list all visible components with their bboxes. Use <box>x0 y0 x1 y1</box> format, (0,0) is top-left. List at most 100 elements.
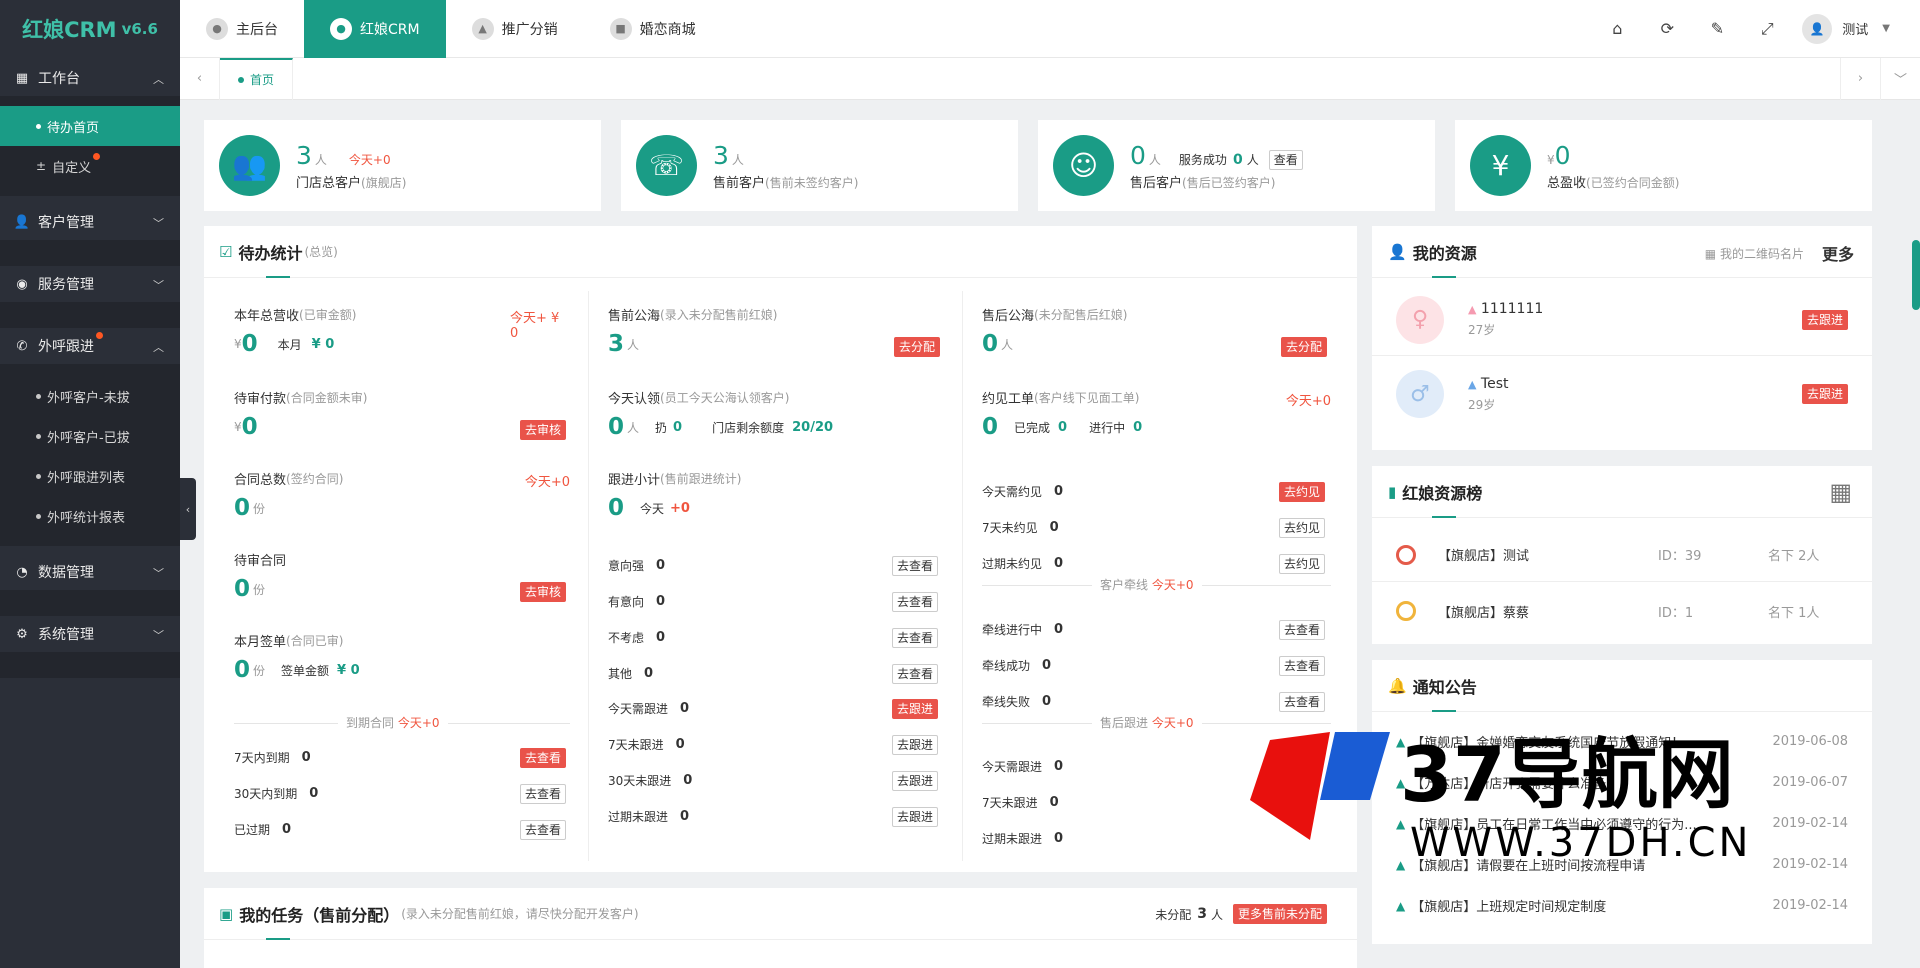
nav-group-outbound[interactable]: ✆ 外呼跟进 ︿ <box>0 328 180 364</box>
users-icon: 👥 <box>219 135 280 196</box>
match-success-button[interactable]: 去查看 <box>1279 656 1326 676</box>
sidebar: 红娘CRM v6.6 ▦ 工作台 ︿ 待办首页 ± 自定义 👤 客户管理 ﹀ ◉ 服务管理… <box>0 0 180 968</box>
yen-icon: ¥ <box>1470 135 1531 196</box>
assign-aftersale-button[interactable]: 去分配 <box>1281 337 1328 357</box>
view-aftersale-button[interactable]: 查看 <box>1268 149 1303 170</box>
review-payment-button[interactable]: 去审核 <box>520 420 567 440</box>
view-expiring-30d-button[interactable]: 去查看 <box>520 784 567 804</box>
more-unassigned-button[interactable]: 更多售前未分配 <box>1232 904 1327 924</box>
shop-icon: ■ <box>609 17 632 40</box>
tabs-dropdown[interactable]: ﹀ <box>1880 57 1920 100</box>
view-strong-intent-button[interactable]: 去查看 <box>892 556 939 576</box>
match-inprogress-button[interactable]: 去查看 <box>1279 620 1326 640</box>
data-icon: ◔ <box>16 564 28 580</box>
follow-expired-button[interactable]: 去跟进 <box>892 807 939 827</box>
notice-item[interactable]: ▲ 【万达店】新店开张需要什么准备 2019-06-07 <box>1396 773 1848 792</box>
qr-code-icon[interactable]: ▦ <box>1829 478 1852 506</box>
nav-group-data[interactable]: ◔ 数据管理 ﹀ <box>0 554 180 590</box>
notice-item[interactable]: ▲ 【旗舰店】金婵婚恋交友系统国庆节放假通知！ 2019-06-08 <box>1396 732 1848 751</box>
app-logo[interactable]: 红娘CRM v6.6 <box>0 0 180 58</box>
ranking-item[interactable]: 【旗舰店】测试 ID：39 名下 2人 <box>1372 528 1872 582</box>
my-tasks-panel: ▣ 我的任务（售前分配） (录入未分配售前红娘，请尽快分配开发客户) 未分配 3 人 更… <box>204 888 1357 968</box>
nav-group-services[interactable]: ◉ 服务管理 ﹀ <box>0 266 180 302</box>
notices-panel: 🔔 通知公告 ▲ 【旗舰店】金婵婚恋交友系统国庆节放假通知！ 2019-06-08 ▲… <box>1372 660 1872 944</box>
id-card-icon: ▣ <box>219 904 234 923</box>
follow-resource-button[interactable]: 去跟进 <box>1801 309 1848 330</box>
view-not-considered-button[interactable]: 去查看 <box>892 628 939 648</box>
notice-item[interactable]: ▲ 【旗舰店】员工在日常工作当中必须遵守的行为... 2019-02-14 <box>1396 814 1848 833</box>
chevron-left-icon: ‹ <box>196 71 203 86</box>
fullscreen-icon[interactable]: ⤢ <box>1742 19 1792 39</box>
notice-item[interactable]: ▲ 【旗舰店】上班规定时间规定制度 2019-02-14 <box>1396 896 1848 915</box>
sidebar-item-outbound-followups[interactable]: 外呼跟进列表 <box>0 456 180 496</box>
chevron-up-icon: ︿ <box>153 73 164 86</box>
review-contract-button[interactable]: 去审核 <box>520 582 567 602</box>
follow-30d-button[interactable]: 去跟进 <box>892 771 939 791</box>
avatar: 👤 <box>1802 13 1833 44</box>
stat-card-revenue: ¥ ¥0 总盈收(已签约合同金额) <box>1455 120 1872 211</box>
nav-group-system[interactable]: ⚙ 系统管理 ﹀ <box>0 616 180 652</box>
topnav-mall[interactable]: ■ 婚恋商城 <box>584 0 722 58</box>
follow-7d-button[interactable]: 去跟进 <box>892 735 939 755</box>
male-icon: ▲ <box>1468 377 1477 391</box>
sidebar-item-outbound-dialed[interactable]: 外呼客户-已拔 <box>0 416 180 456</box>
sidebar-item-todo-home[interactable]: 待办首页 <box>0 106 180 146</box>
view-other-button[interactable]: 去查看 <box>892 664 939 684</box>
user-icon: 👤 <box>13 214 31 230</box>
stat-card-total-customers: 👥 3 人今天+0 门店总客户(旗舰店) <box>204 120 601 211</box>
view-expired-button[interactable]: 去查看 <box>520 820 567 840</box>
appoint-today-button[interactable]: 去约见 <box>1279 482 1326 502</box>
appoint-7d-button[interactable]: 去约见 <box>1279 518 1326 538</box>
stat-card-aftersale: ☺ 0 人服务成功 0 人查看 售后客户(售后已签约客户) <box>1038 120 1435 211</box>
view-expiring-7d-button[interactable]: 去查看 <box>520 748 567 768</box>
topnav-crm[interactable]: ● 红娘CRM <box>304 0 446 58</box>
notification-dot <box>96 332 103 339</box>
resource-item[interactable]: ♀ ▲ 1111111 27岁 去跟进 <box>1372 284 1872 356</box>
tab-home[interactable]: 首页 <box>220 57 294 100</box>
avatar: ♂ <box>1396 370 1444 418</box>
appoint-expired-button[interactable]: 去约见 <box>1279 554 1326 574</box>
plus-minus-icon: ± <box>36 159 47 173</box>
more-resources-link[interactable]: 更多 <box>1822 241 1854 265</box>
clear-cache-icon[interactable]: ✎ <box>1692 19 1742 38</box>
avatar-icon: ● <box>206 17 228 40</box>
user-plus-icon: 👤 <box>1388 242 1407 261</box>
sidebar-collapse-toggle[interactable]: ‹ <box>180 478 196 540</box>
sidebar-item-outbound-reports[interactable]: 外呼统计报表 <box>0 496 180 536</box>
page-tabs-bar: ‹ 首页 › ﹀ <box>180 57 1920 100</box>
assign-presale-button[interactable]: 去分配 <box>894 337 941 357</box>
refresh-icon[interactable]: ⟳ <box>1642 19 1692 38</box>
qr-icon: ▦ <box>1704 246 1717 261</box>
nav-group-customers[interactable]: 👤 客户管理 ﹀ <box>0 204 180 240</box>
bell-icon: ▲ <box>1396 816 1406 831</box>
stat-card-presale: ☏ 3人 售前客户(售前未签约客户) <box>621 120 1018 211</box>
chevron-down-icon: ﹀ <box>1893 73 1907 88</box>
view-intent-button[interactable]: 去查看 <box>892 592 939 612</box>
bell-icon: ▲ <box>1396 898 1406 913</box>
home-icon[interactable]: ⌂ <box>1592 19 1642 38</box>
calendar-check-icon: ☑ <box>219 242 233 261</box>
ranking-item[interactable]: 【旗舰店】蔡蔡 ID：1 名下 1人 <box>1372 584 1872 638</box>
nav-group-workbench[interactable]: ▦ 工作台 ︿ <box>0 60 180 96</box>
user-menu[interactable]: 👤 测试 ▼ <box>1792 13 1920 44</box>
scrollbar[interactable] <box>1912 240 1920 310</box>
follow-today-button[interactable]: 去跟进 <box>892 699 939 719</box>
qr-card-link[interactable]: ▦ 我的二维码名片 <box>1705 245 1804 262</box>
gear-icon: ⚙ <box>16 626 28 642</box>
sidebar-item-custom[interactable]: ± 自定义 <box>0 146 180 186</box>
chart-icon: ▲ <box>471 17 494 40</box>
tabs-scroll-right[interactable]: › <box>1840 57 1880 100</box>
notice-item[interactable]: ▲ 【旗舰店】请假要在上班时间按流程申请 2019-02-14 <box>1396 855 1848 874</box>
follow-resource-button[interactable]: 去跟进 <box>1801 384 1848 404</box>
tabs-scroll-left[interactable]: ‹ <box>180 57 220 100</box>
chevron-down-icon: ﹀ <box>153 567 164 580</box>
chevron-left-icon: ‹ <box>185 502 191 516</box>
topnav-main-admin[interactable]: ● 主后台 <box>180 0 304 58</box>
sidebar-item-outbound-undialed[interactable]: 外呼客户-未拔 <box>0 376 180 416</box>
chevron-right-icon: › <box>1857 71 1864 86</box>
phone-icon: ✆ <box>16 338 28 354</box>
topnav-distribution[interactable]: ▲ 推广分销 <box>446 0 584 58</box>
medal-icon <box>1396 601 1416 621</box>
resource-item[interactable]: ♂ ▲ Test 29岁 去跟进 <box>1372 358 1872 430</box>
match-failed-button[interactable]: 去查看 <box>1279 692 1326 712</box>
